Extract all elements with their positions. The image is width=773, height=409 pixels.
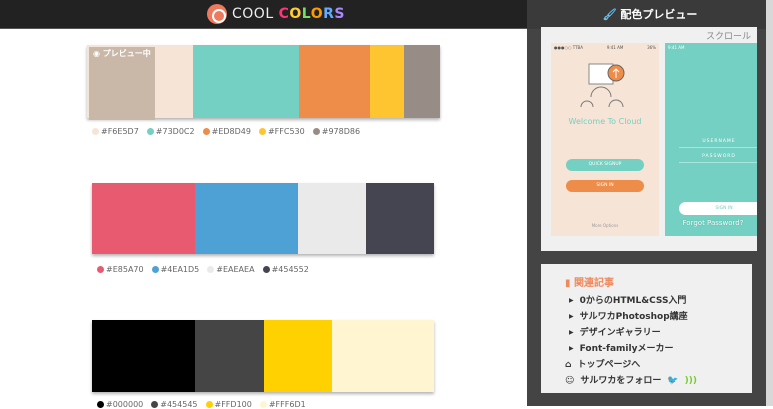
logo[interactable]: COOL COLORS [207, 4, 345, 24]
palette[interactable] [92, 183, 434, 254]
color-code[interactable]: #454552 [262, 265, 309, 274]
sign-in-button-2: SIGN IN [679, 202, 757, 215]
color-block[interactable] [92, 183, 195, 254]
color-dot [258, 128, 266, 135]
sign-in-button: SIGN IN [566, 180, 644, 192]
color-code[interactable]: #73D0C2 [146, 127, 195, 136]
color-code[interactable]: #FFD100 [205, 400, 252, 409]
color-code[interactable]: #454545 [151, 400, 198, 409]
triangle-icon: ▶ [569, 329, 574, 336]
related-articles: ▮ 関連記事 ▶ 0からのHTML&CSS入門 ▶ サルワカPhotoshop講座 … [541, 264, 752, 393]
related-link[interactable]: ▶ デザインギャラリー [565, 325, 752, 341]
phone-mockup-2: 9:41 AM USERNAME PASSWORD SIGN IN Forgot… [665, 43, 757, 236]
color-dot [312, 128, 320, 135]
welcome-text: Welcome To Cloud [568, 117, 642, 126]
brush-icon: 🖌 [602, 8, 617, 21]
color-dot [97, 266, 104, 273]
color-block[interactable] [92, 320, 195, 392]
color-block[interactable] [366, 183, 434, 254]
color-code[interactable]: #E85A70 [97, 265, 144, 274]
cloud-upload-icon [580, 63, 625, 108]
color-dot [207, 266, 215, 273]
scrollbar[interactable] [766, 0, 773, 406]
color-dot [97, 401, 104, 408]
username-field: USERNAME [679, 139, 757, 148]
rss-icon[interactable]: ))) [685, 373, 697, 389]
color-code[interactable]: #978D86 [312, 127, 360, 136]
color-block[interactable] [299, 45, 370, 118]
forgot-password: Forgot Password? [682, 219, 744, 227]
color-block[interactable] [332, 320, 434, 392]
quick-signup-button: QUICK SIGNUP [566, 159, 644, 171]
color-dot [259, 401, 267, 408]
related-link[interactable]: ▶ Font-familyメーカー [565, 341, 752, 357]
palette[interactable] [92, 320, 434, 392]
color-block[interactable] [195, 320, 264, 392]
related-link[interactable]: ▶ 0からのHTML&CSS入門 [565, 293, 752, 309]
preview-panel[interactable]: スクロール ●●●○○ TTBA 9:41 AM 36% Welcome To Cl… [541, 27, 757, 251]
follow-row: ☺ サルワカをフォロー 🐦))) [565, 373, 752, 389]
color-dot [92, 128, 99, 135]
color-block[interactable] [404, 45, 440, 118]
logo-colors: COLORS [278, 6, 345, 22]
color-code[interactable]: #FFF6D1 [259, 400, 306, 409]
color-code[interactable]: #ED8D49 [202, 127, 251, 136]
scroll-label: スクロール [705, 32, 751, 42]
triangle-icon: ▶ [569, 345, 574, 352]
logo-icon [207, 4, 227, 24]
color-codes: #E85A70 #4EA1D5 #EAEAEA #454552 [97, 265, 309, 274]
color-codes: #F6E5D7 #73D0C2 #ED8D49 #FFC530 #978D86 [92, 127, 360, 136]
more-options: More Options [591, 223, 619, 228]
password-field: PASSWORD [679, 154, 757, 163]
triangle-icon: ▶ [569, 313, 574, 320]
color-block[interactable] [370, 45, 404, 118]
color-block[interactable] [193, 45, 299, 118]
color-codes: #000000 #454545 #FFD100 #FFF6D1 [97, 400, 306, 409]
palette[interactable]: ◉ プレビュー中 [87, 45, 440, 120]
sidebar-title: 🖌 配色プレビュー [527, 0, 773, 29]
sidebar: 🖌 配色プレビュー スクロール ●●●○○ TTBA 9:41 AM 36% Wel… [527, 0, 773, 406]
home-link[interactable]: ⌂ トップページへ [565, 357, 752, 373]
color-block[interactable] [298, 183, 366, 254]
color-block[interactable] [264, 320, 332, 392]
preview-badge: ◉ プレビュー中 [89, 47, 155, 120]
color-dot [262, 266, 270, 273]
phone-mockup-1: ●●●○○ TTBA 9:41 AM 36% Welcome To Cloud QU… [551, 43, 659, 236]
color-code[interactable]: #000000 [97, 400, 143, 409]
color-code[interactable]: #EAEAEA [207, 265, 255, 274]
color-dot [205, 401, 213, 408]
color-dot [146, 128, 154, 135]
color-dot [202, 128, 210, 135]
header: COOL COLORS [0, 0, 527, 29]
color-dot [151, 401, 159, 408]
home-icon: ⌂ [565, 360, 572, 370]
related-link[interactable]: ▶ サルワカPhotoshop講座 [565, 309, 752, 325]
color-code[interactable]: #FFC530 [258, 127, 305, 136]
logo-text: COOL [232, 6, 279, 22]
smile-icon: ☺ [565, 376, 575, 386]
related-title: ▮ 関連記事 [565, 278, 614, 289]
color-code[interactable]: #F6E5D7 [92, 127, 139, 136]
twitter-icon[interactable]: 🐦 [667, 373, 678, 389]
color-dot [151, 266, 159, 273]
color-block[interactable] [195, 183, 298, 254]
triangle-icon: ▶ [569, 297, 574, 304]
color-code[interactable]: #4EA1D5 [151, 265, 199, 274]
